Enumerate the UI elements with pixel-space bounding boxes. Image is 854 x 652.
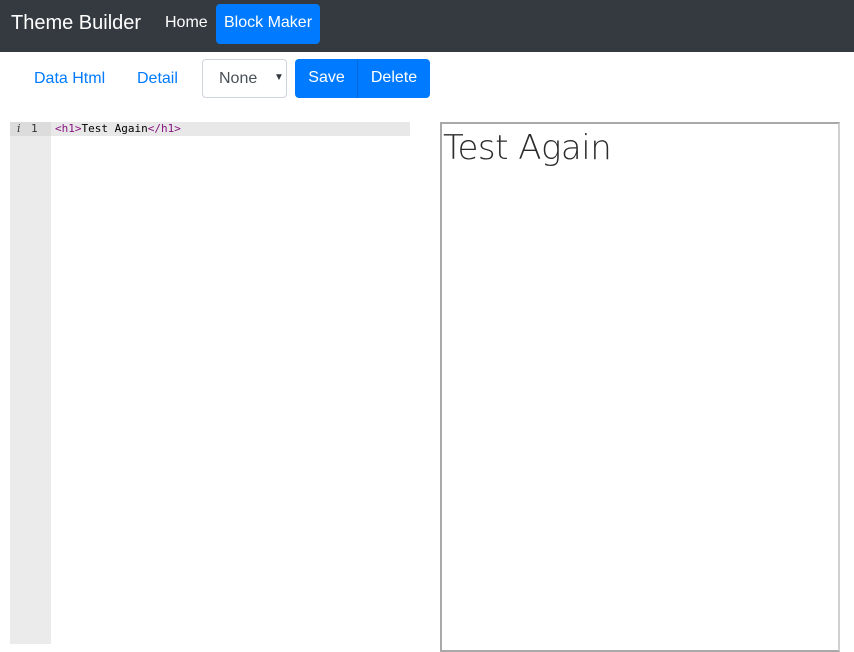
code-open-tag: <h1> bbox=[55, 122, 82, 135]
chevron-down-icon: ▼ bbox=[274, 72, 284, 83]
brand-title[interactable]: Theme Builder bbox=[11, 11, 141, 35]
block-select[interactable]: None ▼ bbox=[202, 59, 287, 98]
save-button[interactable]: Save bbox=[295, 59, 358, 98]
editor-gutter: i 1 bbox=[10, 122, 51, 644]
preview-heading: Test Again bbox=[443, 128, 612, 168]
info-icon: i bbox=[17, 122, 21, 135]
delete-button[interactable]: Delete bbox=[357, 59, 430, 98]
tab-detail[interactable]: Detail bbox=[137, 69, 178, 89]
code-close-tag: </h1> bbox=[147, 122, 181, 135]
code-line[interactable]: <h1>Test Again</h1> bbox=[55, 122, 181, 136]
code-text: Test Again bbox=[81, 122, 148, 135]
block-select-value: None bbox=[219, 70, 258, 87]
line-number: 1 bbox=[31, 122, 38, 135]
top-navbar: Theme Builder Home Block Maker bbox=[0, 0, 854, 52]
tab-data-html[interactable]: Data Html bbox=[34, 69, 105, 89]
nav-block-maker-link[interactable]: Block Maker bbox=[216, 4, 321, 44]
preview-frame: Test Again bbox=[440, 122, 840, 652]
nav-home-link[interactable]: Home bbox=[157, 4, 216, 44]
code-editor[interactable]: i 1 <h1>Test Again</h1> bbox=[10, 122, 410, 644]
